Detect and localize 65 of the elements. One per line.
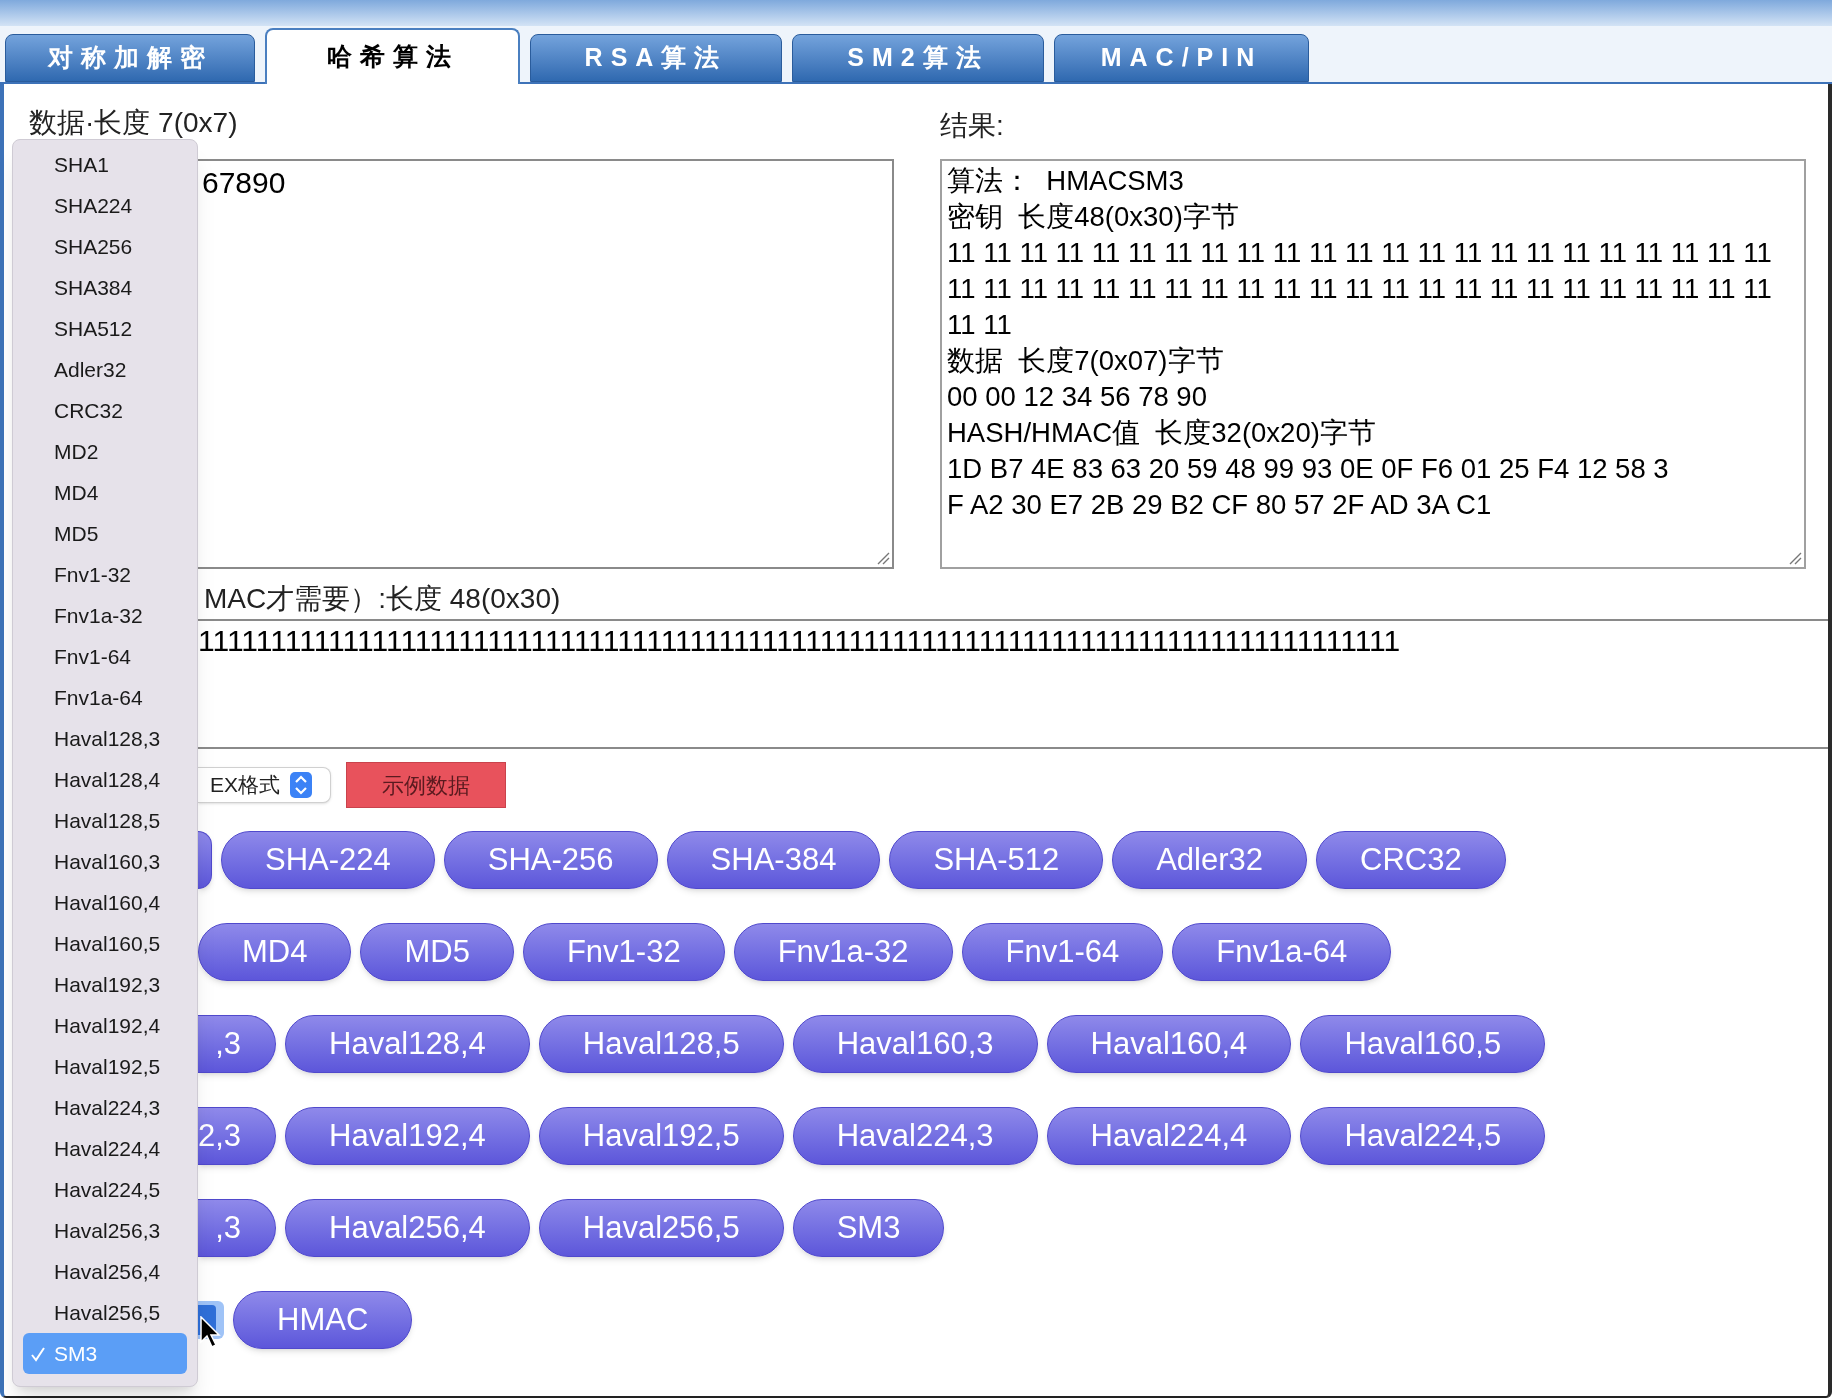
menu-item[interactable]: Haval224,4 [13, 1128, 197, 1169]
algorithm-button[interactable]: Fnv1-64 [961, 923, 1164, 981]
algorithm-button[interactable]: 2,3 [198, 1107, 276, 1165]
algorithm-button[interactable]: SHA-224 [221, 831, 435, 889]
algorithm-button[interactable]: MD5 [360, 923, 514, 981]
key-field[interactable]: 11111111111111111111111111111111111111111111111111111111111111111111111111111111111 [194, 619, 1828, 749]
data-label: 数据·长度 7(0x7) [29, 108, 239, 138]
menu-item[interactable]: Haval160,4 [13, 882, 197, 923]
menu-item[interactable]: Haval160,5 [13, 923, 197, 964]
algorithm-button[interactable]: CRC32 [1316, 831, 1506, 889]
stepper-icon [290, 772, 312, 798]
menu-item[interactable]: Haval224,5 [13, 1169, 197, 1210]
menu-item[interactable]: Fnv1a-32 [13, 595, 197, 636]
algorithm-button[interactable]: Fnv1a-32 [733, 923, 953, 981]
tab[interactable]: 哈希算法 [265, 28, 520, 84]
algorithm-button[interactable]: Haval256,4 [285, 1199, 530, 1257]
format-select[interactable]: EX格式 [198, 767, 331, 803]
menu-item[interactable]: SM3 [23, 1333, 187, 1374]
resize-handle-icon[interactable] [1788, 551, 1802, 565]
algorithm-button[interactable]: MD4 [198, 923, 352, 981]
tab[interactable]: 对称加解密 [5, 34, 255, 82]
menu-item[interactable]: Haval192,5 [13, 1046, 197, 1087]
algorithm-button[interactable]: Haval224,3 [792, 1107, 1038, 1165]
menu-item[interactable]: Haval128,4 [13, 759, 197, 800]
menu-item[interactable]: Haval192,3 [13, 964, 197, 1005]
checkmark-icon [30, 1346, 46, 1362]
menu-item[interactable]: Haval256,4 [13, 1251, 197, 1292]
menu-item[interactable]: Haval192,4 [13, 1005, 197, 1046]
menu-item[interactable]: Haval224,3 [13, 1087, 197, 1128]
algorithm-button[interactable]: Haval160,3 [792, 1015, 1038, 1073]
resize-handle-icon[interactable] [876, 551, 890, 565]
menu-item[interactable]: Fnv1-64 [13, 636, 197, 677]
algorithm-button[interactable] [198, 831, 212, 889]
menu-item[interactable]: Haval128,3 [13, 718, 197, 759]
algorithm-button[interactable]: ,3 [198, 1015, 276, 1073]
menu-item[interactable]: Haval256,3 [13, 1210, 197, 1251]
tab[interactable]: RSA算法 [530, 34, 782, 82]
algorithm-button[interactable]: Adler32 [1112, 831, 1308, 889]
algorithm-button[interactable]: Fnv1a-64 [1172, 923, 1392, 981]
algorithm-button[interactable]: SM3 [792, 1199, 945, 1257]
sample-data-button[interactable]: 示例数据 [346, 762, 506, 808]
algorithm-button[interactable]: SHA-512 [889, 831, 1104, 889]
algorithm-button[interactable]: Haval160,5 [1300, 1015, 1546, 1073]
algorithm-button[interactable]: Haval224,4 [1046, 1107, 1292, 1165]
algorithm-button[interactable]: HMAC [233, 1291, 413, 1349]
menu-item[interactable]: Fnv1a-64 [13, 677, 197, 718]
algorithm-button[interactable]: Haval160,4 [1046, 1015, 1292, 1073]
algorithm-button[interactable]: Haval192,5 [538, 1107, 784, 1165]
algorithm-button[interactable]: Haval128,4 [285, 1015, 530, 1073]
tab[interactable]: SM2算法 [792, 34, 1044, 82]
result-field[interactable]: 算法： HMACSM3 密钥 长度48(0x30)字节 11 11 11 11 11 11 11 11 11 11 11 11 11 11 11 11 11 11 11 11 11 11 11 11 11 11 11 11 11 11 11 11 11 11 11 11 11 11 11 11 11 11 11 11 11 11 11 11 数据 长度7(0x07)字节 00 00 12 34 56 78 90 HASH/HMAC值 长度32(0x20)字节 1D B7 4E 83 63 20 59 48 99 93 0E 0F F6 01 25 F4 12 58 3 F A2 30 E7 2B 29 B2 CF 80 57 2F AD 3A C1 [940, 159, 1806, 569]
algorithm-button[interactable]: Fnv1-32 [522, 923, 725, 981]
algorithm-button[interactable]: Haval128,5 [538, 1015, 784, 1073]
algorithm-button[interactable]: SHA-384 [666, 831, 881, 889]
algorithm-button[interactable]: Haval256,5 [538, 1199, 784, 1257]
menu-item[interactable]: Haval128,5 [13, 800, 197, 841]
algorithm-button[interactable]: SHA-256 [443, 831, 658, 889]
algorithm-button[interactable]: Haval224,5 [1300, 1107, 1546, 1165]
key-label: MAC才需要）:长度 48(0x30) [204, 583, 561, 614]
tab[interactable]: MAC/PIN [1054, 34, 1309, 82]
algorithm-button[interactable]: Haval192,4 [285, 1107, 530, 1165]
menu-item[interactable]: Haval160,3 [13, 841, 197, 882]
algorithm-button[interactable]: ,3 [198, 1199, 276, 1257]
result-label: 结果: [940, 109, 1005, 143]
menu-item[interactable]: Haval256,5 [13, 1292, 197, 1333]
